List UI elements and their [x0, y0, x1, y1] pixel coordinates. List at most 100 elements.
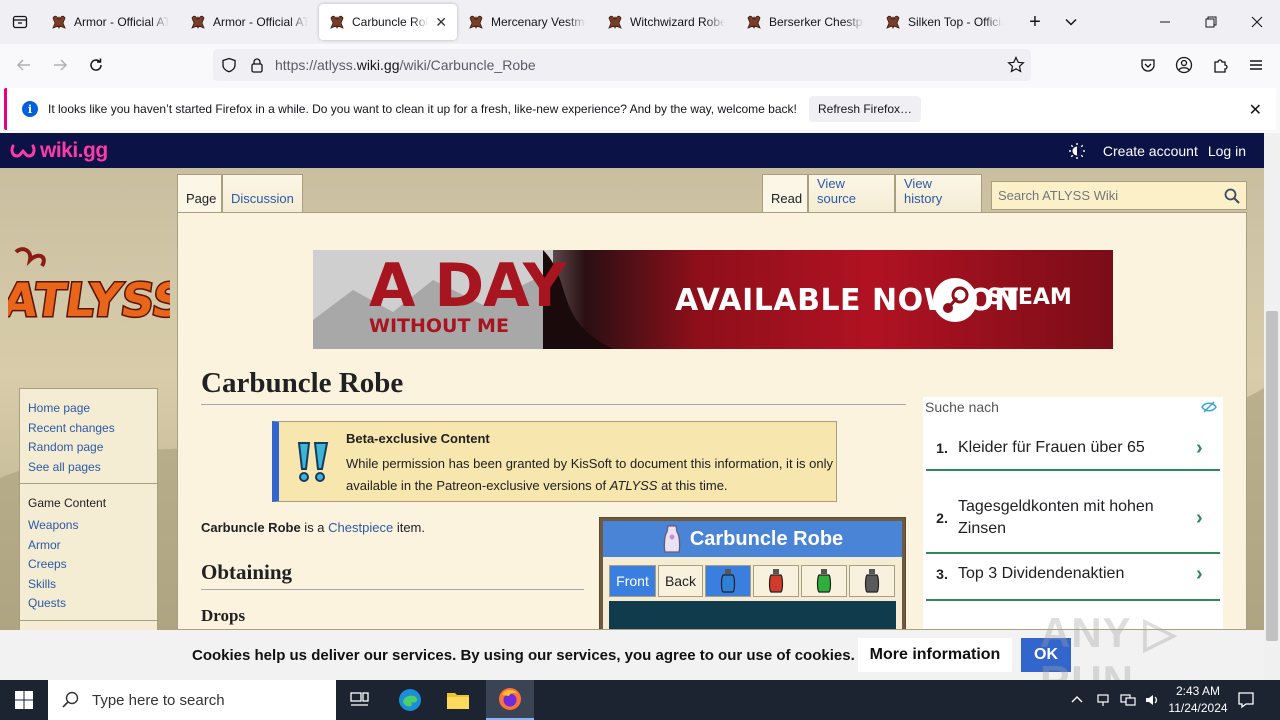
browser-tab-title: Armor - Official ATLYSS Wiki	[213, 15, 308, 29]
browser-tab[interactable]: Witchwizard Robe - Official ATLYSS Wiki	[597, 4, 735, 40]
pocket-button[interactable]	[1130, 49, 1166, 81]
browser-tab[interactable]: Berserker Chestpiece - Official ATLYSS W…	[736, 4, 874, 40]
new-tab-button[interactable]: +	[1017, 4, 1053, 40]
shield-icon[interactable]	[221, 57, 237, 73]
infobox-dye-tab[interactable]	[801, 565, 847, 597]
minimize-button[interactable]	[1142, 0, 1188, 44]
close-icon[interactable]: ✕	[1249, 100, 1262, 120]
firefox-taskbar-button[interactable]	[486, 680, 534, 720]
browser-tab[interactable]: Mercenary Vestment - Official ATLYSS Wik…	[458, 4, 596, 40]
sidebar-game-link[interactable]: Creeps	[28, 555, 149, 575]
sidebar-game-content-group: Game Content Weapons Armor Creeps Skills Que…	[20, 484, 157, 621]
sidebar-link[interactable]: Random page	[28, 438, 149, 458]
restore-button[interactable]	[1188, 0, 1234, 44]
chevron-down-icon	[1065, 18, 1077, 26]
notification-message: It looks like you haven’t started Firefo…	[48, 102, 797, 116]
browser-tabbar: Armor - Official ATLYSS Wiki Armor - Offi…	[0, 0, 1280, 44]
sidebar-game-link[interactable]: Quests	[28, 594, 149, 614]
banner-title: A DAY	[369, 251, 566, 321]
item-infobox: Carbuncle Robe Front Back	[599, 517, 906, 629]
browser-tab[interactable]: Carbuncle Robe - Official ATLYSS Wiki ✕	[319, 4, 457, 40]
page-scrollbar[interactable]	[1264, 133, 1280, 680]
bookmark-star-icon[interactable]	[1007, 56, 1025, 74]
atlyss-favicon-icon	[747, 15, 761, 29]
reload-button[interactable]	[78, 49, 114, 81]
start-button[interactable]	[0, 680, 48, 720]
infobox-dye-tab[interactable]	[753, 565, 799, 597]
refresh-firefox-button[interactable]: Refresh Firefox…	[809, 96, 921, 122]
search-icon[interactable]	[1224, 188, 1240, 204]
file-explorer-button[interactable]	[434, 680, 482, 720]
infobox-dye-tab[interactable]	[849, 565, 895, 597]
sidebar-link[interactable]: Recent changes	[28, 419, 149, 439]
network-drive-icon[interactable]	[1096, 693, 1110, 707]
lock-icon[interactable]	[249, 57, 265, 73]
firefox-view-icon	[12, 15, 28, 29]
chestpiece-link[interactable]: Chestpiece	[328, 520, 393, 535]
account-button[interactable]	[1166, 49, 1202, 81]
forward-button[interactable]	[42, 49, 78, 81]
back-button[interactable]	[6, 49, 42, 81]
beta-text-game-name: ATLYSS	[609, 478, 658, 493]
close-window-button[interactable]	[1234, 0, 1280, 44]
infobox-dye-tab[interactable]	[705, 565, 751, 597]
ad-item[interactable]: 2. Tagesgeldkonten mit hohen Zinsen ›	[926, 484, 1220, 554]
windows-logo-icon	[15, 691, 33, 709]
atlyss-favicon-icon	[191, 15, 205, 29]
url-text[interactable]: https://atlyss.wiki.gg/wiki/Carbuncle_Ro…	[275, 57, 536, 73]
task-view-button[interactable]	[336, 680, 384, 720]
wikigg-logo-icon	[10, 144, 36, 158]
taskbar-search-box[interactable]: Type here to search	[48, 680, 336, 720]
sidebar-link[interactable]: Home page	[28, 399, 149, 419]
sidebar-game-link[interactable]: Skills	[28, 575, 149, 595]
tab-view-source[interactable]: View source	[808, 174, 895, 213]
firefox-view-button[interactable]	[0, 0, 40, 44]
network-icon[interactable]	[1120, 693, 1136, 707]
extensions-button[interactable]	[1202, 49, 1238, 81]
atlyss-logo[interactable]: ATLYSS	[8, 246, 170, 338]
browser-tab[interactable]: Armor - Official ATLYSS Wiki	[180, 4, 318, 40]
sidebar-heading-game-content: Game Content	[28, 496, 107, 510]
steam-banner-ad[interactable]: A DAY WITHOUT ME AVAILABLE NOW ON STEAM	[313, 250, 1113, 349]
wikigg-logo[interactable]: wiki.gg	[10, 139, 108, 163]
tab-discussion[interactable]: Discussion	[222, 174, 303, 213]
edge-taskbar-button[interactable]	[386, 680, 434, 720]
browser-tab-title: Silken Top - Official ATLYSS Wiki	[908, 15, 1003, 29]
list-all-tabs-button[interactable]	[1053, 4, 1089, 40]
notifications-button[interactable]	[1224, 680, 1268, 720]
ad-item[interactable]: 3. Top 3 Dividendenaktien ›	[926, 549, 1220, 601]
reload-icon	[90, 58, 102, 71]
infobox-tab-front[interactable]: Front	[609, 565, 656, 597]
infobox-view-tabs: Front Back	[609, 565, 896, 597]
scrollbar-thumb[interactable]	[1266, 311, 1278, 641]
infobox-tab-back[interactable]: Back	[658, 565, 703, 597]
sidebar-game-link[interactable]: Weapons	[28, 516, 149, 536]
login-link[interactable]: Log in	[1208, 143, 1246, 159]
minimize-icon	[1160, 21, 1170, 23]
section-heading-drops: Drops	[201, 606, 246, 625]
address-bar[interactable]: https://atlyss.wiki.gg/wiki/Carbuncle_Ro…	[213, 49, 1031, 81]
dye-bottle-icon	[864, 569, 880, 593]
tab-read[interactable]: Read	[762, 174, 808, 213]
tab-view-history[interactable]: View history	[895, 174, 982, 213]
adchoices-icon[interactable]	[1201, 399, 1217, 415]
banner-subtitle: WITHOUT ME	[369, 315, 509, 337]
ad-item-label: Kleider für Frauen über 65	[958, 439, 1145, 456]
sidebar-link[interactable]: See all pages	[28, 458, 149, 478]
ad-item-number: 1.	[936, 440, 948, 456]
chevron-right-icon: ›	[1196, 436, 1203, 459]
sidebar-game-link[interactable]: Armor	[28, 536, 149, 556]
more-information-button[interactable]: More information	[858, 638, 1012, 672]
menu-button[interactable]	[1238, 49, 1274, 81]
browser-tab[interactable]: Silken Top - Official ATLYSS Wiki	[875, 4, 1013, 40]
browser-tab[interactable]: Armor - Official ATLYSS Wiki	[41, 4, 179, 40]
theme-toggle-icon[interactable]	[1068, 142, 1085, 159]
volume-icon[interactable]	[1144, 693, 1160, 707]
ad-item[interactable]: 1. Kleider für Frauen über 65 ›	[926, 427, 1220, 471]
chevron-up-icon[interactable]	[1070, 693, 1084, 707]
wiki-search-input[interactable]: Search ATLYSS Wiki	[991, 181, 1247, 210]
tab-page[interactable]: Page	[177, 174, 222, 213]
close-tab-icon[interactable]: ✕	[435, 14, 447, 31]
create-account-link[interactable]: Create account	[1103, 143, 1198, 159]
windows-taskbar: Type here to search 2:43 AM 11/24/2024	[0, 680, 1280, 720]
